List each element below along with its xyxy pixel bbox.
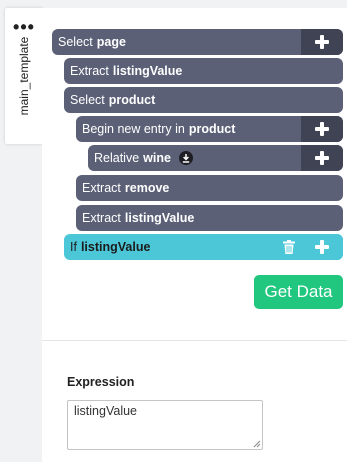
plus-icon xyxy=(315,240,329,254)
plus-icon xyxy=(315,151,329,165)
download-icon[interactable] xyxy=(178,151,193,165)
get-data-button[interactable]: Get Data xyxy=(254,275,343,309)
command-action: Select xyxy=(58,35,93,49)
command-action: Begin new entry in xyxy=(82,122,185,136)
add-command-button[interactable] xyxy=(301,234,343,260)
add-command-button[interactable] xyxy=(301,29,343,55)
command-target: product xyxy=(108,93,156,107)
plus-icon xyxy=(315,35,329,49)
command-if-listingvalue[interactable]: If listingValue xyxy=(64,234,343,260)
expression-label: Expression xyxy=(67,375,135,389)
command-extract-listingvalue[interactable]: Extract listingValue xyxy=(64,58,343,84)
command-target: remove xyxy=(124,181,170,195)
command-extract-remove[interactable]: Extract remove xyxy=(76,175,343,201)
template-tab-label: main_template xyxy=(17,36,31,116)
command-action: Extract xyxy=(82,181,121,195)
command-action: Relative xyxy=(94,151,140,165)
template-tab[interactable]: ••• main_template xyxy=(5,8,43,144)
resize-grip-icon[interactable] xyxy=(251,438,261,448)
command-relative-wine[interactable]: Relative wine xyxy=(88,145,343,171)
command-begin-new-entry[interactable]: Begin new entry in product xyxy=(76,116,343,142)
add-command-button[interactable] xyxy=(301,116,343,142)
command-action: Extract xyxy=(70,64,109,78)
command-action: If xyxy=(70,240,77,254)
section-divider xyxy=(42,340,347,341)
command-target: listingValue xyxy=(80,240,151,254)
command-extract-listingvalue-2[interactable]: Extract listingValue xyxy=(76,205,343,231)
trash-icon[interactable] xyxy=(281,239,297,255)
command-target: wine xyxy=(143,151,171,165)
add-command-button[interactable] xyxy=(301,145,343,171)
expression-input[interactable]: listingValue xyxy=(67,400,263,450)
command-target: page xyxy=(96,35,126,49)
command-target: listingValue xyxy=(112,64,183,78)
plus-icon xyxy=(315,122,329,136)
command-target: product xyxy=(188,122,236,136)
more-dots-icon[interactable]: ••• xyxy=(5,18,43,36)
command-select-page[interactable]: Select page xyxy=(52,29,343,55)
command-action: Select xyxy=(70,93,105,107)
command-action: Extract xyxy=(82,211,121,225)
command-target: listingValue xyxy=(124,211,195,225)
command-select-product[interactable]: Select product xyxy=(64,87,343,113)
